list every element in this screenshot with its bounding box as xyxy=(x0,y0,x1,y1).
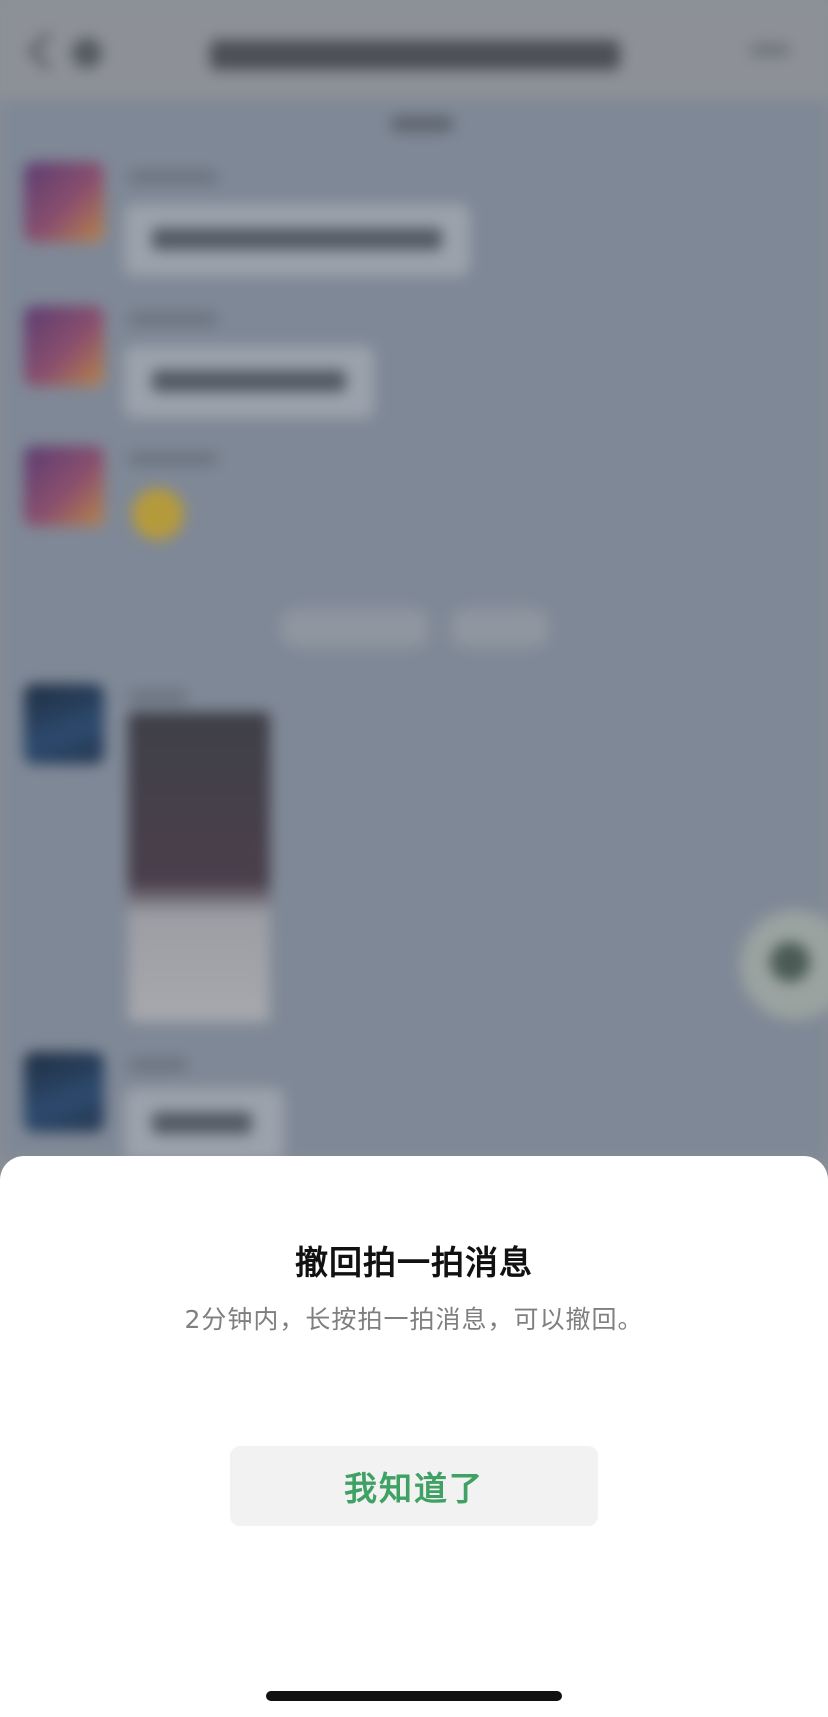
message-text xyxy=(152,1112,252,1134)
sheet-title: 撤回拍一拍消息 xyxy=(295,1243,533,1282)
message-bubble xyxy=(124,204,470,276)
emoji-message xyxy=(132,488,184,540)
unread-count-badge xyxy=(72,38,102,68)
system-notice xyxy=(280,608,430,648)
more-icon xyxy=(750,44,790,56)
message-text xyxy=(152,370,346,392)
recall-pat-sheet: 撤回拍一拍消息 2分钟内，长按拍一拍消息，可以撤回。 我知道了 xyxy=(0,1156,828,1717)
chat-nav-bar xyxy=(0,0,828,100)
home-indicator[interactable] xyxy=(266,1691,562,1701)
sender-name xyxy=(128,312,218,326)
avatar xyxy=(24,306,104,386)
system-notice xyxy=(450,608,550,648)
avatar xyxy=(24,684,104,764)
floating-window-icon xyxy=(770,942,810,982)
chat-title xyxy=(210,40,620,70)
screen: 撤回拍一拍消息 2分钟内，长按拍一拍消息，可以撤回。 我知道了 xyxy=(0,0,828,1717)
avatar xyxy=(24,1052,104,1132)
sender-name xyxy=(128,170,218,184)
back-arrow-icon xyxy=(28,32,66,70)
sender-name xyxy=(128,1058,188,1072)
message-bubble xyxy=(124,346,374,418)
image-message xyxy=(128,712,270,1022)
sender-name xyxy=(128,690,188,704)
blurred-chat-background xyxy=(0,0,828,1160)
message-text xyxy=(152,228,442,250)
got-it-button[interactable]: 我知道了 xyxy=(230,1446,598,1526)
timestamp xyxy=(390,116,454,132)
avatar xyxy=(24,446,104,526)
sheet-description: 2分钟内，长按拍一拍消息，可以撤回。 xyxy=(184,1305,644,1334)
sender-name xyxy=(128,452,218,466)
avatar xyxy=(24,162,104,242)
message-bubble xyxy=(124,1088,284,1160)
